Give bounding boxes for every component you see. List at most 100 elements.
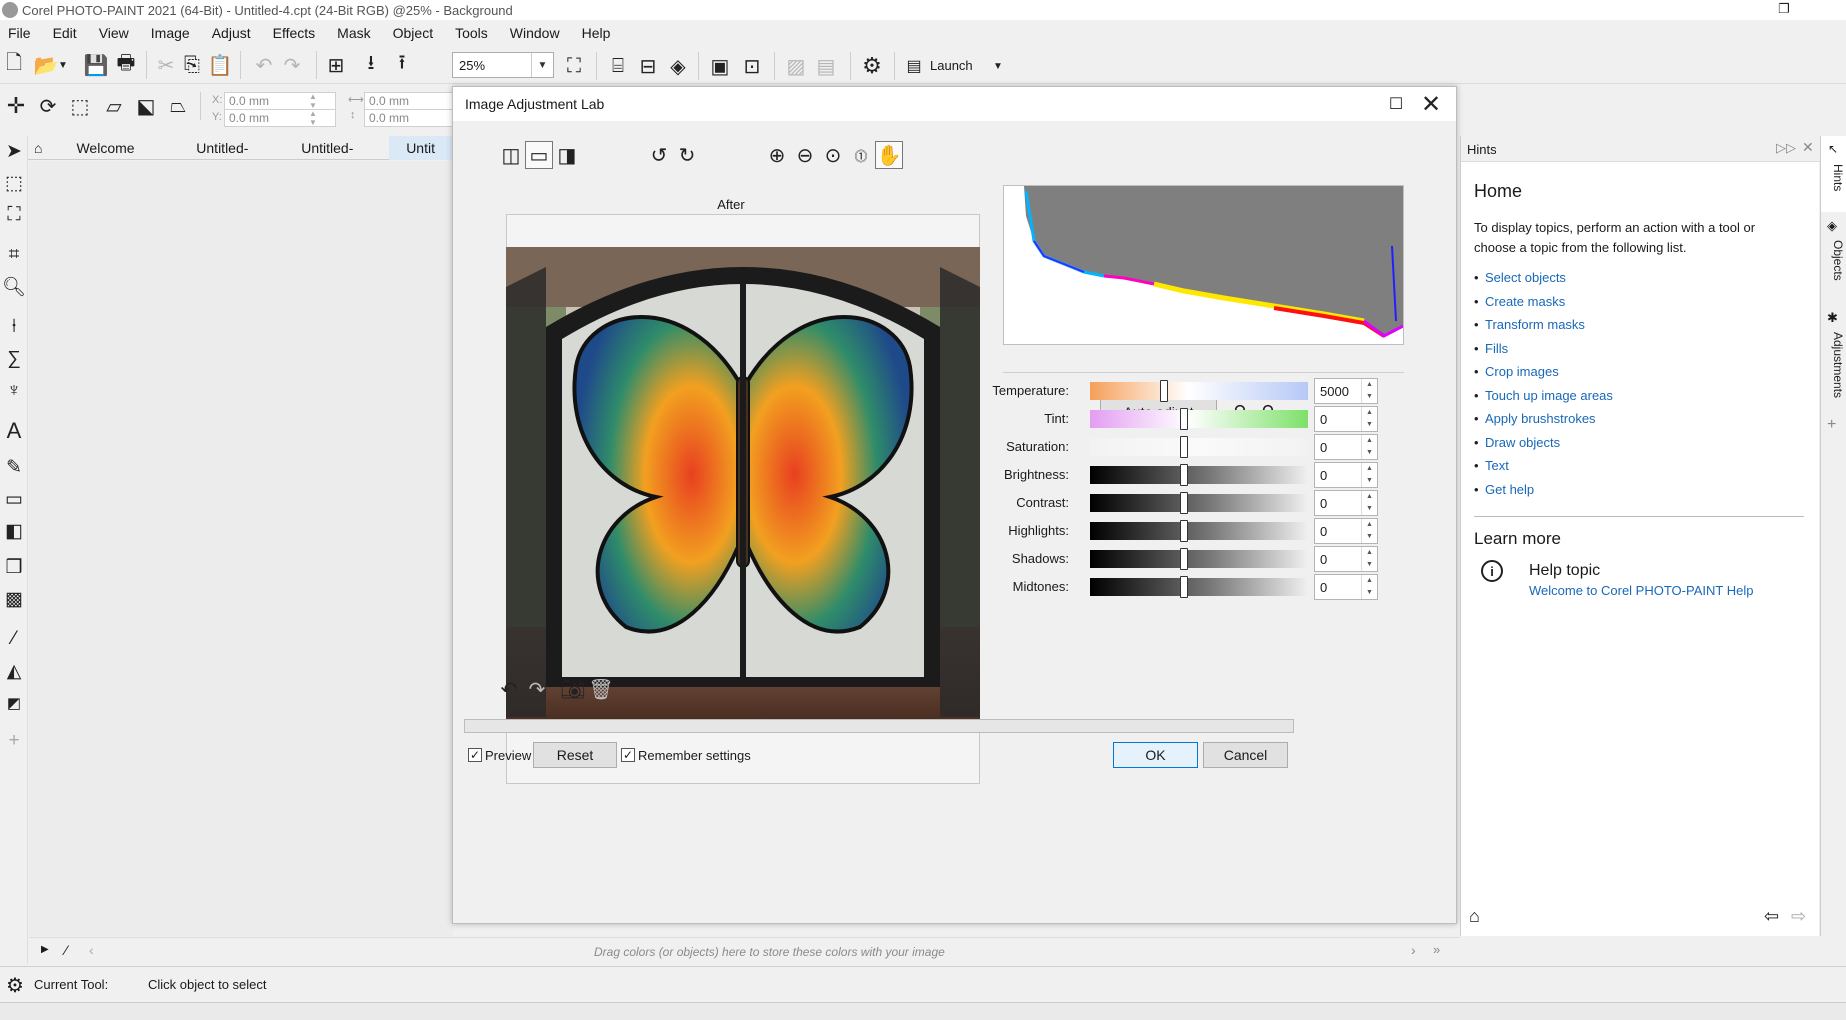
hint-link-draw-objects[interactable]: Draw objects	[1485, 435, 1560, 450]
scale-mode-icon[interactable]: ⬚	[66, 92, 94, 120]
perspective-mode-icon[interactable]: ⏢	[164, 92, 192, 120]
crop-tool-icon[interactable]: ⌗	[0, 240, 28, 270]
adjustment-slider-track[interactable]	[1090, 436, 1308, 458]
redo-icon[interactable]: ↷	[278, 51, 306, 79]
adjustment-slider-track[interactable]	[1090, 408, 1308, 430]
adjustment-slider-track[interactable]	[1090, 492, 1308, 514]
adjustment-spinner-icon[interactable]: ▲ ▼	[1361, 463, 1377, 487]
mask-overlay-icon[interactable]: ◈	[664, 52, 692, 80]
preview-image[interactable]	[506, 247, 980, 720]
menu-object[interactable]: Object	[382, 25, 444, 41]
pan-hand-icon[interactable]: ✋	[875, 141, 903, 169]
adjustment-spinner-icon[interactable]: ▲ ▼	[1361, 519, 1377, 543]
undo-adjustment-icon[interactable]: ↶	[495, 675, 523, 703]
adjustment-slider-thumb[interactable]	[1179, 520, 1188, 542]
remember-settings-checkbox[interactable]: ✓	[621, 748, 635, 762]
hint-link-select-objects[interactable]: Select objects	[1485, 270, 1566, 285]
adjustment-value-field[interactable]: 0 ▲ ▼	[1314, 574, 1378, 600]
options-gear-icon[interactable]: ⚙	[858, 52, 886, 80]
hint-link-transform-masks[interactable]: Transform masks	[1485, 317, 1585, 332]
tab-untitled-1[interactable]: Untitled-1.cpt*	[179, 136, 284, 180]
rotate-left-icon[interactable]: ↺	[645, 141, 673, 169]
adjustment-slider-track[interactable]	[1090, 464, 1308, 486]
adjustment-value-field[interactable]: 0 ▲ ▼	[1314, 490, 1378, 516]
objects-tab-icon[interactable]: ◈	[1827, 218, 1837, 234]
reset-button[interactable]: Reset	[533, 742, 617, 768]
hint-link-create-masks[interactable]: Create masks	[1485, 294, 1565, 309]
adjustment-slider-thumb[interactable]	[1179, 576, 1188, 598]
menu-image[interactable]: Image	[140, 25, 201, 41]
adjustment-slider-thumb[interactable]	[1179, 464, 1188, 486]
restore-window-icon[interactable]: ❐	[1774, 0, 1794, 18]
eyedropper-tool-icon[interactable]: ⁄	[0, 624, 28, 654]
palette-end-icon[interactable]: »	[1433, 942, 1440, 957]
adjustment-slider-track[interactable]	[1090, 548, 1308, 570]
adjustment-slider-track[interactable]	[1090, 380, 1308, 402]
redo-adjustment-icon[interactable]: ↷	[523, 675, 551, 703]
adjustment-value[interactable]: 0	[1320, 440, 1327, 455]
adjustment-slider-thumb[interactable]	[1160, 380, 1169, 402]
red-eye-tool-icon[interactable]: ⍿	[0, 312, 28, 342]
rotate-mode-icon[interactable]: ⟳	[34, 92, 62, 120]
eraser-tool-icon[interactable]: ◧	[0, 516, 28, 546]
document-palette[interactable]: ▶ ⁄ ‹ Drag colors (or objects) here to s…	[29, 937, 1460, 965]
adjustment-value[interactable]: 5000	[1320, 384, 1349, 399]
cut-icon[interactable]: ✂	[152, 51, 180, 79]
drop-shadow-tool-icon[interactable]: ❒	[0, 552, 28, 582]
split-preview-icon[interactable]: ◨	[553, 141, 581, 169]
add-tool-icon[interactable]: +	[0, 726, 28, 756]
zoom-out-icon[interactable]: ⊖	[791, 141, 819, 169]
distort-mode-icon[interactable]: ⬕	[132, 92, 160, 120]
adjustment-value-field[interactable]: 5000 ▲ ▼	[1314, 378, 1378, 404]
adjustment-value[interactable]: 0	[1320, 412, 1327, 427]
import-icon[interactable]: ⭳	[357, 51, 385, 79]
adjustment-spinner-icon[interactable]: ▲ ▼	[1361, 435, 1377, 459]
zoom-in-icon[interactable]: ⊕	[763, 141, 791, 169]
print-icon[interactable]: 🖶	[112, 51, 140, 79]
palette-scroll-left-icon[interactable]: ‹	[89, 942, 94, 958]
adjustment-value-field[interactable]: 0 ▲ ▼	[1314, 434, 1378, 460]
remember-settings-label[interactable]: Remember settings	[638, 748, 751, 763]
liquid-smear-tool-icon[interactable]: ♆	[0, 376, 28, 406]
snapshot-camera-icon[interactable]: 📷︎	[559, 675, 587, 703]
copy-icon[interactable]: ⎘	[178, 51, 206, 79]
full-preview-icon[interactable]: ▭	[525, 141, 553, 169]
adjustment-slider-track[interactable]	[1090, 520, 1308, 542]
crop-to-fit-icon[interactable]: ▣	[706, 52, 734, 80]
mask-icon[interactable]: ▤	[812, 52, 840, 80]
zoom-level-combo[interactable]: 25% ▼	[452, 52, 554, 78]
adjustment-value-field[interactable]: 0 ▲ ▼	[1314, 546, 1378, 572]
menu-help[interactable]: Help	[571, 25, 622, 41]
launch-icon[interactable]: ▤	[900, 52, 928, 80]
rectangle-tool-icon[interactable]: ▭	[0, 484, 28, 514]
palette-eyedropper-icon[interactable]: ⁄	[65, 942, 67, 958]
adjustment-slider-thumb[interactable]	[1179, 436, 1188, 458]
hint-link-get-help[interactable]: Get help	[1485, 482, 1534, 497]
hints-back-icon[interactable]: ⇦	[1764, 906, 1779, 927]
hint-link-touch-up[interactable]: Touch up image areas	[1485, 388, 1613, 403]
transparency-tool-icon[interactable]: ▩	[0, 584, 28, 614]
menu-edit[interactable]: Edit	[42, 25, 88, 41]
status-gear-icon[interactable]: ⚙	[6, 973, 24, 998]
preview-checkbox-label[interactable]: Preview	[485, 748, 531, 763]
undo-icon[interactable]: ↶	[250, 51, 278, 79]
skew-mode-icon[interactable]: ▱	[100, 92, 128, 120]
paint-tool-icon[interactable]: ✎	[0, 452, 28, 482]
adjustment-spinner-icon[interactable]: ▲ ▼	[1361, 491, 1377, 515]
menu-mask[interactable]: Mask	[326, 25, 381, 41]
open-dropdown-icon[interactable]: ▼	[56, 51, 70, 79]
palette-expand-icon[interactable]: ▶	[41, 944, 49, 955]
tab-untitled-4[interactable]: Untit	[389, 135, 452, 160]
rectangle-mask-tool-icon[interactable]: ⬚	[0, 168, 28, 198]
menu-view[interactable]: View	[88, 25, 140, 41]
docker-tab-hints[interactable]: Hints	[1823, 164, 1845, 191]
home-icon[interactable]: ⌂	[28, 136, 59, 160]
show-rulers-icon[interactable]: ⌸	[604, 52, 632, 80]
close-icon[interactable]: ✕	[1418, 91, 1444, 118]
zoom-dropdown-icon[interactable]: ▼	[531, 53, 553, 77]
rotate-right-icon[interactable]: ↻	[673, 141, 701, 169]
hints-home-icon[interactable]: ⌂	[1469, 906, 1480, 927]
adjustment-value[interactable]: 0	[1320, 468, 1327, 483]
zoom-level-value[interactable]: 25%	[453, 58, 531, 73]
new-document-icon[interactable]: 🗋	[0, 51, 28, 79]
